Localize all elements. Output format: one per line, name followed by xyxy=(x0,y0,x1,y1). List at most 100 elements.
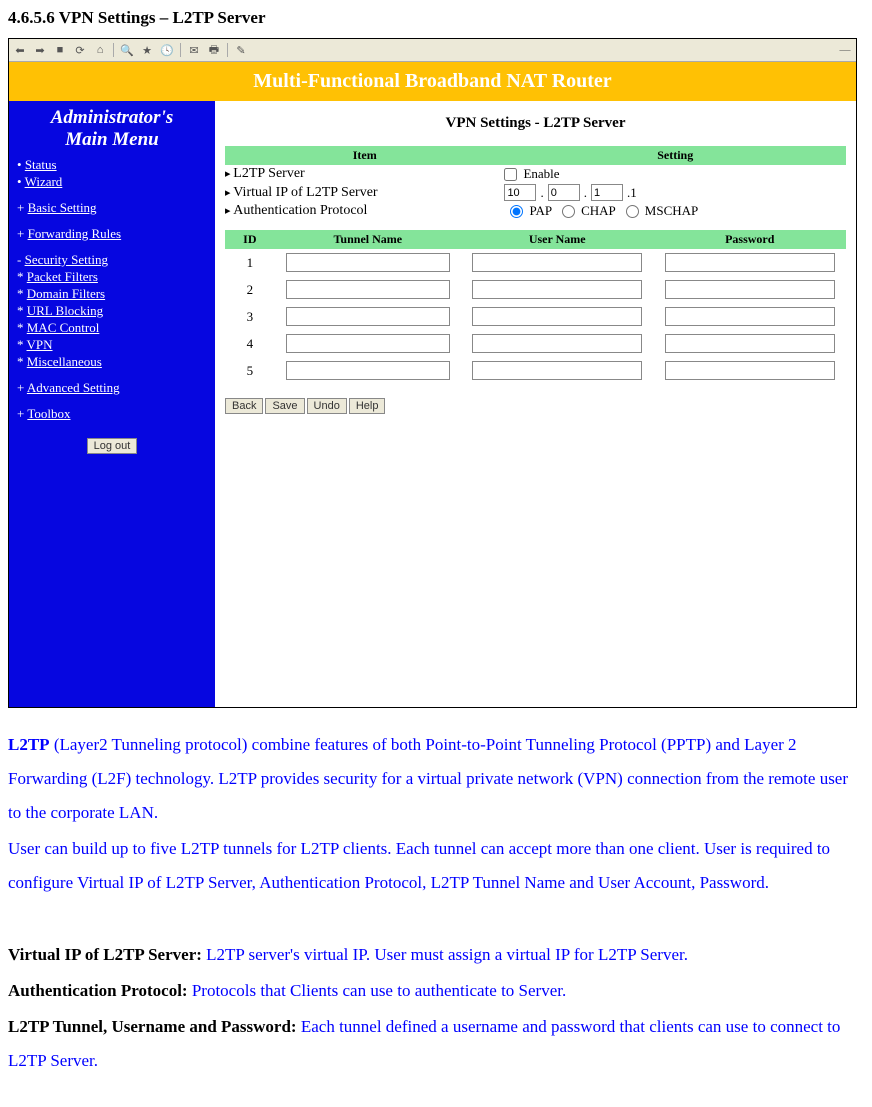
back-button[interactable]: Back xyxy=(225,398,263,414)
dash-icon[interactable]: — xyxy=(838,43,852,57)
ip-octet-1[interactable] xyxy=(504,184,536,201)
mail-icon[interactable]: ✉ xyxy=(187,43,201,57)
save-button[interactable]: Save xyxy=(265,398,304,414)
tunnel-table-body: 1 2 3 4 5 xyxy=(225,249,846,384)
sidebar-link[interactable]: URL Blocking xyxy=(27,303,103,318)
ip-octet-3[interactable] xyxy=(591,184,623,201)
user-name-input[interactable] xyxy=(472,361,642,380)
p3-body: L2TP server's virtual IP. User must assi… xyxy=(206,945,688,964)
user-name-input[interactable] xyxy=(472,307,642,326)
term-tunnel: L2TP Tunnel, Username and Password: xyxy=(8,1017,301,1036)
p4-body: Protocols that Clients can use to authen… xyxy=(192,981,566,1000)
sidebar-link[interactable]: Status xyxy=(25,157,57,172)
radio-pap[interactable] xyxy=(510,205,523,218)
document-text: L2TP (Layer2 Tunneling protocol) combine… xyxy=(8,728,864,1078)
sidebar-link[interactable]: MAC Control xyxy=(27,320,100,335)
forward-icon[interactable]: ➡ xyxy=(33,43,47,57)
password-input[interactable] xyxy=(665,253,835,272)
user-name-input[interactable] xyxy=(472,334,642,353)
sidebar-link[interactable]: Domain Filters xyxy=(27,286,105,301)
cell-id: 4 xyxy=(225,334,275,354)
history-icon[interactable]: 🕓 xyxy=(160,43,174,57)
user-name-input[interactable] xyxy=(472,280,642,299)
menu-title-line2: Main Menu xyxy=(65,129,158,150)
sidebar-item[interactable]: VPN xyxy=(17,337,207,353)
sidebar-link[interactable]: Packet Filters xyxy=(27,269,98,284)
col-id: ID xyxy=(225,230,275,249)
hdr-setting: Setting xyxy=(504,146,846,165)
home-icon[interactable]: ⌂ xyxy=(93,43,107,57)
sidebar-link[interactable]: Security Setting xyxy=(25,252,108,267)
back-icon[interactable]: ⬅ xyxy=(13,43,27,57)
enable-checkbox[interactable] xyxy=(504,168,517,181)
label-mschap: MSCHAP xyxy=(645,203,698,219)
content-pane: VPN Settings - L2TP Server Item Setting … xyxy=(215,101,856,707)
label-virtual-ip: Virtual IP of L2TP Server xyxy=(225,185,504,201)
sidebar-item[interactable]: Toolbox xyxy=(17,406,207,422)
term-auth: Authentication Protocol: xyxy=(8,981,192,1000)
label-chap: CHAP xyxy=(581,203,616,219)
sidebar: Administrator's Main Menu Status Wizard Ba… xyxy=(9,101,215,707)
cell-id: 5 xyxy=(225,361,275,381)
menu-title: Administrator's Main Menu xyxy=(17,107,207,151)
sidebar-item[interactable]: Basic Setting xyxy=(17,200,207,216)
p2: User can build up to five L2TP tunnels f… xyxy=(8,832,864,900)
search-icon[interactable]: 🔍 xyxy=(120,43,134,57)
radio-mschap[interactable] xyxy=(626,205,639,218)
refresh-icon[interactable]: ⟳ xyxy=(73,43,87,57)
separator xyxy=(180,43,181,57)
print-icon[interactable]: 🖶 xyxy=(207,43,221,57)
table-row: 3 xyxy=(225,303,846,330)
tunnel-name-input[interactable] xyxy=(286,253,450,272)
label-auth-protocol: Authentication Protocol xyxy=(225,203,504,219)
sidebar-item[interactable]: Status xyxy=(17,157,207,173)
sidebar-link[interactable]: Basic Setting xyxy=(28,200,97,215)
stop-icon[interactable]: ■ xyxy=(53,43,67,57)
separator xyxy=(113,43,114,57)
logout-button[interactable]: Log out xyxy=(87,438,138,454)
table-row: 5 xyxy=(225,357,846,384)
table-row: 2 xyxy=(225,276,846,303)
sidebar-link[interactable]: Forwarding Rules xyxy=(28,226,122,241)
table-row: 4 xyxy=(225,330,846,357)
sidebar-item[interactable]: Forwarding Rules xyxy=(17,226,207,242)
sidebar-link[interactable]: Miscellaneous xyxy=(27,354,102,369)
undo-button[interactable]: Undo xyxy=(307,398,347,414)
tunnel-name-input[interactable] xyxy=(286,280,450,299)
sidebar-link[interactable]: Advanced Setting xyxy=(27,380,120,395)
table-row: 1 xyxy=(225,249,846,276)
sidebar-item[interactable]: Domain Filters xyxy=(17,286,207,302)
sidebar-item[interactable]: MAC Control xyxy=(17,320,207,336)
tunnel-name-input[interactable] xyxy=(286,307,450,326)
sidebar-link[interactable]: Toolbox xyxy=(27,406,70,421)
password-input[interactable] xyxy=(665,361,835,380)
sidebar-item[interactable]: Security Setting xyxy=(17,252,207,268)
tunnel-name-input[interactable] xyxy=(286,361,450,380)
password-input[interactable] xyxy=(665,280,835,299)
password-input[interactable] xyxy=(665,334,835,353)
sidebar-item[interactable]: Advanced Setting xyxy=(17,380,207,396)
section-heading: 4.6.5.6 VPN Settings – L2TP Server xyxy=(8,8,872,28)
sidebar-item[interactable]: Miscellaneous xyxy=(17,354,207,370)
edit-icon[interactable]: ✎ xyxy=(234,43,248,57)
ip-octet-2[interactable] xyxy=(548,184,580,201)
radio-chap[interactable] xyxy=(562,205,575,218)
sidebar-item[interactable]: Wizard xyxy=(17,174,207,190)
browser-window: ⬅ ➡ ■ ⟳ ⌂ 🔍 ★ 🕓 ✉ 🖶 ✎ — Multi-Functional… xyxy=(8,38,857,708)
cell-id: 2 xyxy=(225,280,275,300)
sidebar-link[interactable]: Wizard xyxy=(25,174,63,189)
page-title: VPN Settings - L2TP Server xyxy=(225,115,846,132)
hdr-item: Item xyxy=(225,146,504,165)
sidebar-item[interactable]: URL Blocking xyxy=(17,303,207,319)
tunnel-name-input[interactable] xyxy=(286,334,450,353)
favorites-icon[interactable]: ★ xyxy=(140,43,154,57)
sidebar-link[interactable]: VPN xyxy=(27,337,53,352)
tunnel-table-header: ID Tunnel Name User Name Password xyxy=(225,230,846,249)
sidebar-item[interactable]: Packet Filters xyxy=(17,269,207,285)
browser-toolbar: ⬅ ➡ ■ ⟳ ⌂ 🔍 ★ 🕓 ✉ 🖶 ✎ — xyxy=(9,39,856,62)
password-input[interactable] xyxy=(665,307,835,326)
setting-row-vip: Virtual IP of L2TP Server . . .1 xyxy=(225,183,846,202)
label-pap: PAP xyxy=(529,203,552,219)
help-button[interactable]: Help xyxy=(349,398,386,414)
user-name-input[interactable] xyxy=(472,253,642,272)
